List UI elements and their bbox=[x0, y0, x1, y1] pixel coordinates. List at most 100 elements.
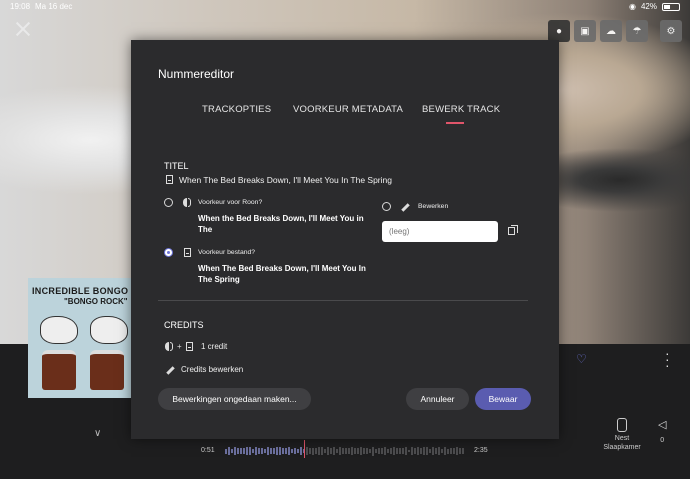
credits-edit-link[interactable]: Credits bewerken bbox=[181, 365, 243, 374]
playhead[interactable] bbox=[304, 440, 306, 458]
file-title-value: When The Bed Breaks Down, I'll Meet You … bbox=[198, 264, 366, 284]
album-cover-title: INCREDIBLE BONGO BA bbox=[32, 286, 138, 296]
document-icon bbox=[166, 175, 173, 184]
waveform-bar bbox=[411, 446, 413, 456]
credits-plus: + bbox=[177, 342, 182, 351]
album-cover[interactable]: INCREDIBLE BONGO BA "BONGO ROCK" bbox=[28, 278, 138, 398]
waveform-bar bbox=[327, 447, 329, 455]
speaker-icon bbox=[617, 418, 627, 432]
save-button[interactable]: Bewaar bbox=[475, 388, 531, 410]
waveform-bar bbox=[330, 448, 332, 454]
waveform-bar bbox=[399, 447, 401, 455]
waveform-bar bbox=[429, 448, 431, 454]
edit-title-radio[interactable] bbox=[382, 202, 391, 211]
waveform-bar bbox=[279, 447, 281, 455]
waveform-bar bbox=[252, 448, 254, 454]
elapsed-time: 0:51 bbox=[201, 447, 215, 454]
wifi-icon: ◉ bbox=[629, 2, 636, 11]
active-tab-indicator bbox=[446, 122, 464, 124]
storm-icon[interactable]: ☂ bbox=[626, 20, 648, 42]
close-icon[interactable] bbox=[14, 20, 32, 38]
waveform-bar bbox=[456, 446, 458, 456]
waveform-bar bbox=[276, 447, 278, 455]
zone-selector[interactable]: Nest Slaapkamer bbox=[602, 418, 642, 452]
waveform-bar bbox=[405, 446, 407, 456]
waveform-bar bbox=[231, 449, 233, 453]
battery-icon bbox=[662, 2, 680, 11]
copy-icon[interactable] bbox=[508, 225, 518, 235]
waveform-bar bbox=[264, 448, 266, 454]
waveform-bar bbox=[363, 448, 365, 454]
zone-name: Nest Slaapkamer bbox=[603, 435, 641, 451]
waveform-bar bbox=[342, 448, 344, 454]
waveform-bar bbox=[309, 447, 311, 455]
waveform-bar bbox=[450, 448, 452, 454]
waveform-bar bbox=[228, 447, 230, 455]
waveform-bar bbox=[339, 446, 341, 456]
cancel-button[interactable]: Annuleer bbox=[406, 388, 469, 410]
waveform-seekbar[interactable] bbox=[225, 446, 465, 456]
chevron-down-icon[interactable]: ∨ bbox=[94, 428, 101, 439]
waveform-bar bbox=[258, 448, 260, 454]
more-icon[interactable]: · · · bbox=[665, 346, 670, 372]
waveform-bar bbox=[240, 448, 242, 454]
modal-title: Nummereditor bbox=[158, 67, 235, 81]
credits-heading: CREDITS bbox=[164, 320, 204, 330]
heart-icon[interactable]: ♡ bbox=[576, 352, 587, 366]
waveform-bar bbox=[336, 449, 338, 453]
waveform-bar bbox=[453, 448, 455, 454]
waveform-bar bbox=[288, 446, 290, 456]
waveform-bar bbox=[414, 447, 416, 455]
album-cover-subtitle: "BONGO ROCK" bbox=[64, 297, 128, 306]
top-toolbar: ● ▣ ☁ ☂ ⚙ bbox=[548, 20, 682, 42]
waveform-bar bbox=[291, 448, 293, 454]
waveform-bar bbox=[357, 448, 359, 454]
album-art-drum bbox=[42, 350, 76, 390]
tab-bewerk-track[interactable]: BEWERK TRACK bbox=[422, 104, 500, 115]
waveform-bar bbox=[432, 447, 434, 455]
custom-title-input[interactable] bbox=[382, 221, 498, 242]
waveform-bar bbox=[321, 447, 323, 455]
waveform-bar bbox=[396, 448, 398, 454]
waveform-bar bbox=[378, 447, 380, 455]
waveform-bar bbox=[324, 448, 326, 454]
waveform-bar bbox=[375, 448, 377, 454]
volume-control[interactable]: ◁ 0 bbox=[658, 418, 666, 444]
waveform-bar bbox=[417, 447, 419, 455]
roon-icon bbox=[183, 198, 191, 207]
waveform-bar bbox=[438, 447, 440, 455]
waveform-bar bbox=[444, 446, 446, 456]
document-icon bbox=[186, 342, 193, 351]
roon-title-value: When the Bed Breaks Down, I'll Meet You … bbox=[198, 214, 364, 234]
roon-preference-radio[interactable] bbox=[164, 198, 173, 207]
album-art-hand bbox=[90, 316, 128, 344]
volume-icon: ◁ bbox=[658, 419, 667, 431]
tab-trackopties[interactable]: TRACKOPTIES bbox=[202, 104, 271, 115]
camera-icon[interactable]: ▣ bbox=[574, 20, 596, 42]
file-preference-radio[interactable] bbox=[164, 248, 173, 257]
waveform-bar bbox=[462, 448, 464, 454]
waveform-bar bbox=[441, 449, 443, 453]
waveform-bar bbox=[318, 447, 320, 455]
waveform-bar bbox=[261, 447, 263, 455]
tab-voorkeur-metadata[interactable]: VOORKEUR METADATA bbox=[293, 104, 403, 115]
waveform-bar bbox=[285, 447, 287, 455]
waveform-bar bbox=[345, 448, 347, 454]
waveform-bar bbox=[312, 447, 314, 455]
file-option-label: Voorkeur bestand? bbox=[198, 249, 256, 256]
waveform-bar bbox=[372, 446, 374, 456]
titel-heading: TITEL bbox=[164, 161, 189, 171]
waveform-bar bbox=[447, 448, 449, 454]
cloud-icon[interactable]: ☁ bbox=[600, 20, 622, 42]
waveform-bar bbox=[390, 447, 392, 455]
battery-fill bbox=[664, 4, 670, 9]
waveform-bar bbox=[297, 448, 299, 454]
volume-value: 0 bbox=[660, 437, 665, 444]
gear-icon[interactable]: ⚙ bbox=[660, 20, 682, 42]
profile-icon[interactable]: ● bbox=[548, 20, 570, 42]
status-date: Ma 16 dec bbox=[35, 2, 73, 11]
undo-edits-button[interactable]: Bewerkingen ongedaan maken... bbox=[158, 388, 311, 410]
waveform-bar bbox=[423, 447, 425, 455]
section-divider bbox=[158, 300, 528, 301]
pencil-icon bbox=[166, 366, 175, 375]
